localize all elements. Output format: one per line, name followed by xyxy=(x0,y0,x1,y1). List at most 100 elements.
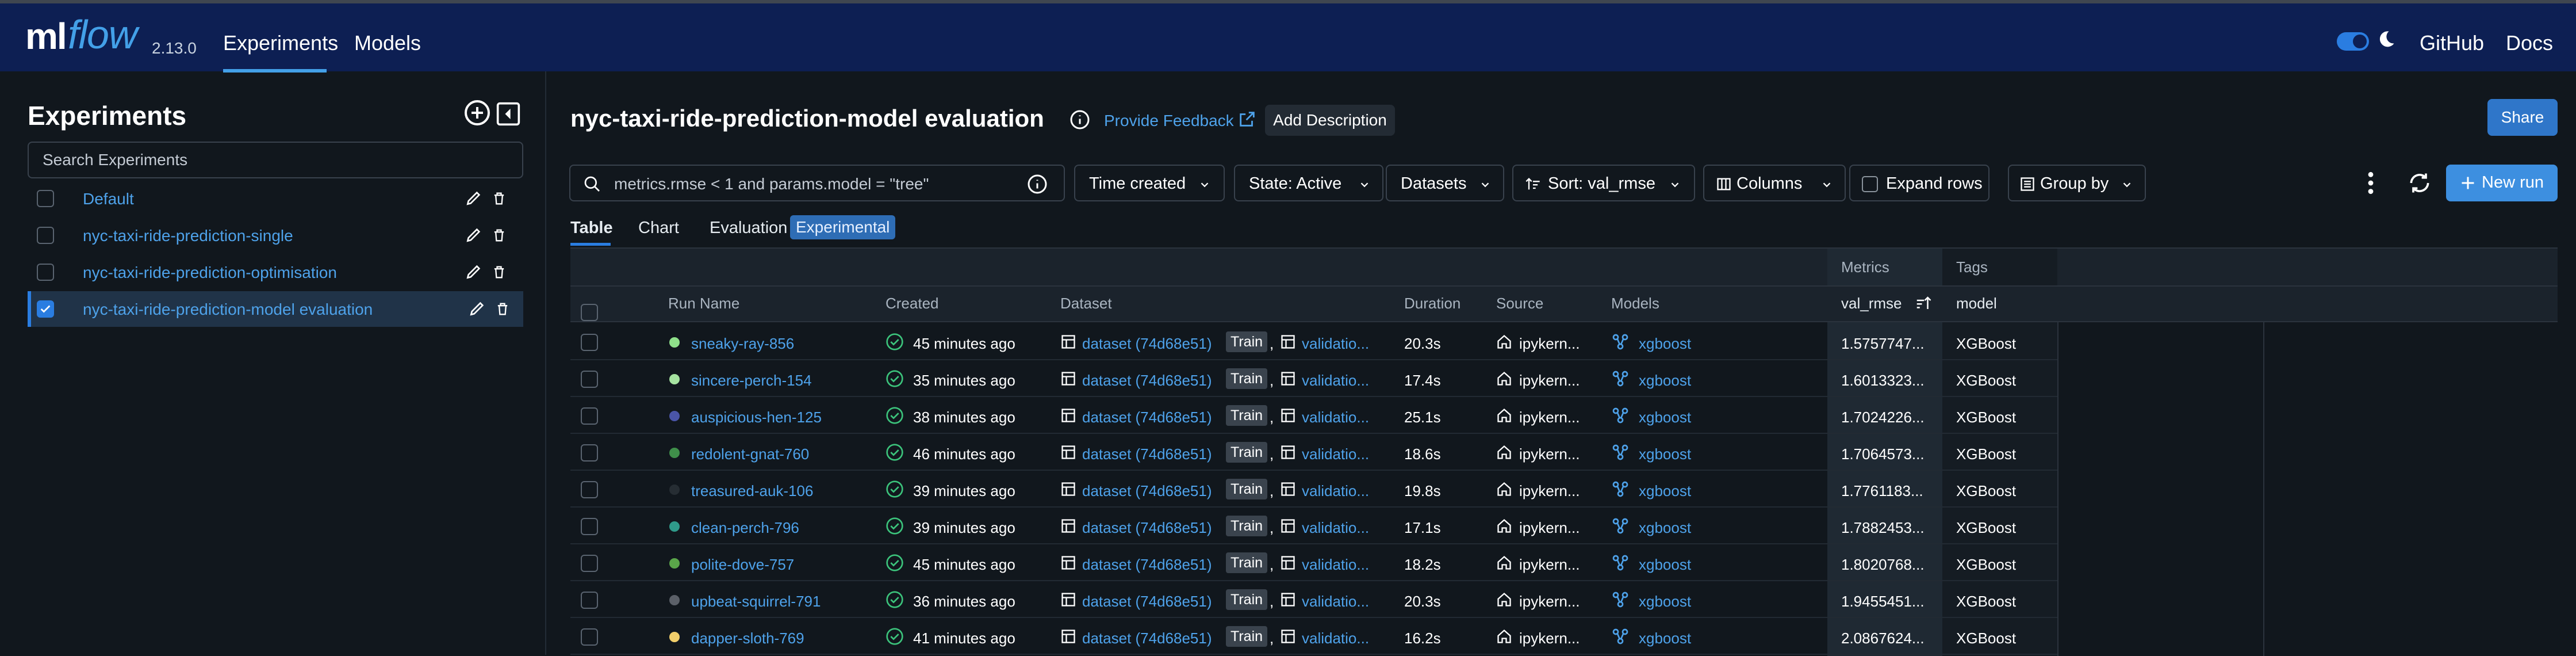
edit-icon[interactable] xyxy=(468,299,486,318)
table-row[interactable]: auspicious-hen-125 38 minutes ago dataset … xyxy=(570,397,2057,434)
nav-docs[interactable]: Docs xyxy=(2506,31,2553,55)
run-source[interactable]: ipykern... xyxy=(1519,409,1580,426)
model-link[interactable]: xgboost xyxy=(1639,556,1691,574)
nav-github[interactable]: GitHub xyxy=(2420,31,2484,55)
expand-rows-toggle[interactable]: Expand rows xyxy=(1849,165,1989,201)
col-header-val-rmse[interactable]: val_rmse xyxy=(1841,295,1902,312)
run-name-link[interactable]: clean-perch-796 xyxy=(691,519,799,537)
new-run-button[interactable]: New run xyxy=(2446,165,2558,201)
dataset-link[interactable]: dataset (74d68e51) xyxy=(1082,519,1212,537)
row-checkbox[interactable] xyxy=(581,555,598,572)
trash-icon[interactable] xyxy=(491,190,507,207)
dataset-link[interactable]: dataset (74d68e51) xyxy=(1082,556,1212,574)
model-link[interactable]: xgboost xyxy=(1639,630,1691,647)
collapse-sidebar-icon[interactable] xyxy=(496,101,521,127)
col-header-source[interactable]: Source xyxy=(1496,295,1543,312)
run-name-link[interactable]: auspicious-hen-125 xyxy=(691,409,822,426)
table-row[interactable]: polite-dove-757 45 minutes ago dataset (74… xyxy=(570,544,2057,581)
run-name-link[interactable]: dapper-sloth-769 xyxy=(691,630,804,647)
select-all-checkbox[interactable] xyxy=(581,304,598,321)
nav-experiments[interactable]: Experiments xyxy=(223,31,338,55)
experiment-item-single[interactable]: nyc-taxi-ride-prediction-single xyxy=(28,218,523,253)
table-row[interactable]: treasured-auk-106 39 minutes ago dataset (… xyxy=(570,471,2057,508)
run-color-dot[interactable] xyxy=(669,374,680,384)
run-source[interactable]: ipykern... xyxy=(1519,335,1580,353)
validation-dataset-link[interactable]: validatio... xyxy=(1302,335,1369,353)
run-color-dot[interactable] xyxy=(669,337,680,348)
run-source[interactable]: ipykern... xyxy=(1519,482,1580,500)
validation-dataset-link[interactable]: validatio... xyxy=(1302,482,1369,500)
validation-dataset-link[interactable]: validatio... xyxy=(1302,556,1369,574)
row-checkbox[interactable] xyxy=(581,592,598,609)
model-link[interactable]: xgboost xyxy=(1639,335,1691,353)
run-source[interactable]: ipykern... xyxy=(1519,630,1580,647)
trash-icon[interactable] xyxy=(494,300,511,318)
nav-models[interactable]: Models xyxy=(354,31,421,55)
add-description-button[interactable]: Add Description xyxy=(1265,105,1395,136)
table-row[interactable]: clean-perch-796 39 minutes ago dataset (74… xyxy=(570,508,2057,544)
provide-feedback-link[interactable]: Provide Feedback xyxy=(1104,112,1234,130)
col-header-created[interactable]: Created xyxy=(885,295,939,312)
dataset-link[interactable]: dataset (74d68e51) xyxy=(1082,335,1212,353)
dataset-link[interactable]: dataset (74d68e51) xyxy=(1082,482,1212,500)
theme-toggle[interactable] xyxy=(2337,32,2369,51)
trash-icon[interactable] xyxy=(491,227,507,244)
edit-icon[interactable] xyxy=(465,189,483,207)
run-source[interactable]: ipykern... xyxy=(1519,556,1580,574)
experiment-checkbox[interactable] xyxy=(37,227,54,244)
table-row[interactable]: sincere-perch-154 35 minutes ago dataset (… xyxy=(570,360,2057,397)
experiment-name[interactable]: nyc-taxi-ride-prediction-model evaluatio… xyxy=(83,300,373,319)
run-name-link[interactable]: sneaky-ray-856 xyxy=(691,335,794,353)
col-header-duration[interactable]: Duration xyxy=(1404,295,1460,312)
trash-icon[interactable] xyxy=(491,264,507,281)
experiment-name[interactable]: Default xyxy=(83,190,134,208)
model-link[interactable]: xgboost xyxy=(1639,445,1691,463)
col-header-run-name[interactable]: Run Name xyxy=(668,295,739,312)
row-checkbox[interactable] xyxy=(581,407,598,425)
row-checkbox[interactable] xyxy=(581,371,598,388)
model-link[interactable]: xgboost xyxy=(1639,593,1691,611)
col-header-tag-model[interactable]: model xyxy=(1956,295,1997,312)
row-checkbox[interactable] xyxy=(581,444,598,462)
run-source[interactable]: ipykern... xyxy=(1519,372,1580,390)
info-icon[interactable] xyxy=(1070,109,1090,130)
experiment-checkbox[interactable] xyxy=(37,190,54,207)
columns-dropdown[interactable]: Columns xyxy=(1703,165,1846,201)
validation-dataset-link[interactable]: validatio... xyxy=(1302,445,1369,463)
add-experiment-icon[interactable] xyxy=(463,99,491,127)
run-source[interactable]: ipykern... xyxy=(1519,445,1580,463)
run-color-dot[interactable] xyxy=(669,411,680,421)
table-row[interactable]: upbeat-squirrel-791 36 minutes ago dataset… xyxy=(570,581,2057,618)
col-header-dataset[interactable]: Dataset xyxy=(1060,295,1112,312)
expand-rows-checkbox[interactable] xyxy=(1862,176,1878,192)
table-row[interactable]: redolent-gnat-760 46 minutes ago dataset (… xyxy=(570,434,2057,471)
refresh-icon[interactable] xyxy=(2407,170,2432,196)
dataset-link[interactable]: dataset (74d68e51) xyxy=(1082,372,1212,390)
run-source[interactable]: ipykern... xyxy=(1519,519,1580,537)
row-checkbox[interactable] xyxy=(581,334,598,351)
search-runs-input[interactable]: metrics.rmse < 1 and params.model = "tre… xyxy=(569,165,1065,201)
group-by-dropdown[interactable]: Group by xyxy=(2008,165,2146,201)
run-color-dot[interactable] xyxy=(669,485,680,495)
tab-chart[interactable]: Chart xyxy=(638,219,679,238)
experiment-name[interactable]: nyc-taxi-ride-prediction-single xyxy=(83,227,293,245)
experiment-checkbox-checked[interactable] xyxy=(37,300,54,318)
experiment-item-model-evaluation[interactable]: nyc-taxi-ride-prediction-model evaluatio… xyxy=(28,291,523,327)
dataset-link[interactable]: dataset (74d68e51) xyxy=(1082,409,1212,426)
run-name-link[interactable]: polite-dove-757 xyxy=(691,556,794,574)
run-source[interactable]: ipykern... xyxy=(1519,593,1580,611)
model-link[interactable]: xgboost xyxy=(1639,372,1691,390)
tab-table[interactable]: Table xyxy=(570,219,613,238)
sort-dropdown[interactable]: Sort: val_rmse xyxy=(1512,165,1695,201)
edit-icon[interactable] xyxy=(465,226,483,244)
experiment-item-default[interactable]: Default xyxy=(28,181,523,216)
sort-ascending-icon[interactable] xyxy=(1915,295,1932,312)
run-name-link[interactable]: treasured-auk-106 xyxy=(691,482,813,500)
datasets-dropdown[interactable]: Datasets xyxy=(1386,165,1504,201)
model-link[interactable]: xgboost xyxy=(1639,482,1691,500)
external-link-icon[interactable] xyxy=(1237,109,1257,129)
search-experiments-input[interactable] xyxy=(28,142,523,178)
validation-dataset-link[interactable]: validatio... xyxy=(1302,519,1369,537)
run-name-link[interactable]: redolent-gnat-760 xyxy=(691,445,809,463)
edit-icon[interactable] xyxy=(465,262,483,281)
